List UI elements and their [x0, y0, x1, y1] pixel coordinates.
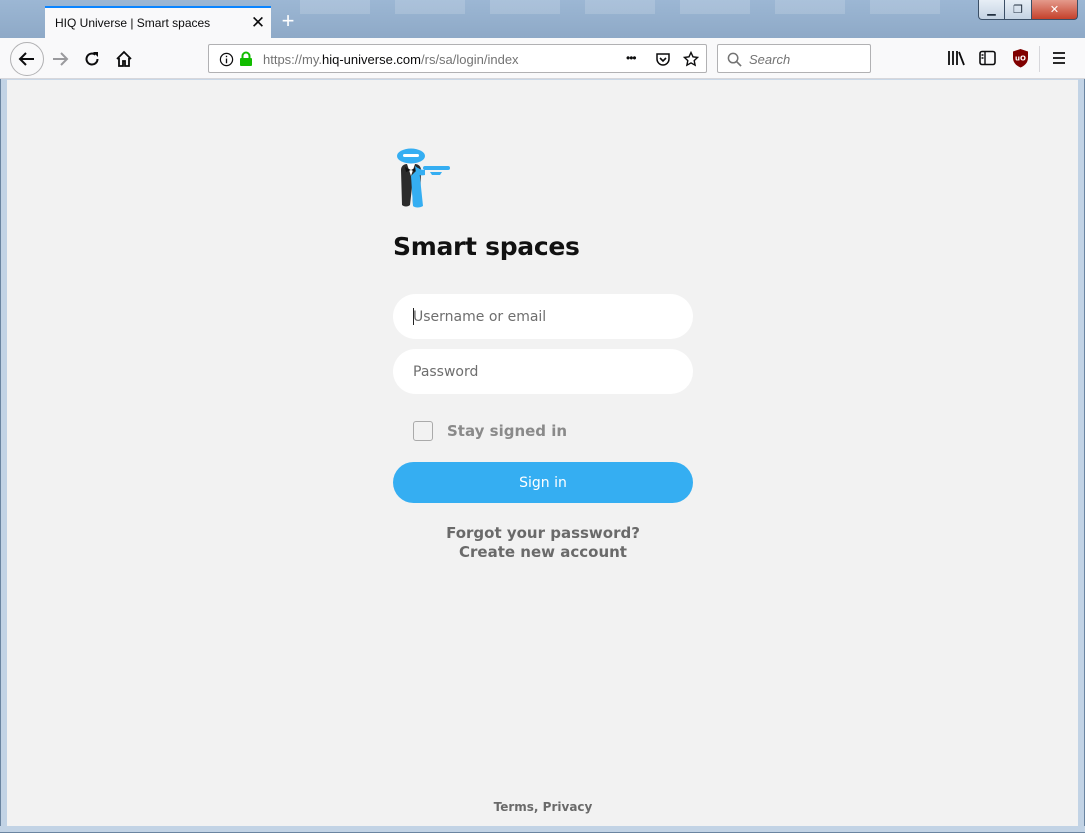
url-text[interactable]: https://my.hiq-universe.com/rs/sa/login/… — [263, 52, 519, 67]
toolbar-separator — [1039, 46, 1040, 72]
password-input[interactable] — [393, 349, 693, 394]
page-title: Smart spaces — [393, 232, 580, 261]
tab-close-icon[interactable]: ✕ — [245, 13, 271, 33]
footer-links[interactable]: Terms, Privacy — [393, 800, 693, 814]
menu-icon[interactable] — [1051, 51, 1067, 65]
butler-logo-icon — [397, 148, 450, 208]
window-frame-bottom — [0, 826, 1085, 833]
navigation-toolbar: https://my.hiq-universe.com/rs/sa/login/… — [0, 38, 1085, 79]
window-frame-right — [1078, 79, 1085, 833]
back-button[interactable] — [10, 42, 44, 76]
search-icon — [727, 52, 742, 67]
minimize-button[interactable]: ▁ — [978, 0, 1005, 20]
forgot-password-link[interactable]: Forgot your password? — [393, 524, 693, 542]
url-host: hiq-universe.com — [322, 52, 421, 67]
sidebar-icon[interactable] — [979, 50, 996, 66]
search-placeholder: Search — [749, 52, 791, 67]
page-content: Smart spaces Stay signed in Sign in Forg… — [7, 80, 1078, 826]
create-account-link[interactable]: Create new account — [393, 543, 693, 561]
url-prefix: https://my. — [263, 52, 322, 67]
text-caret — [413, 308, 414, 325]
pocket-icon[interactable] — [655, 51, 671, 67]
username-input[interactable] — [393, 294, 693, 339]
bookmark-star-icon[interactable] — [683, 51, 699, 67]
svg-text:uO: uO — [1015, 55, 1026, 63]
lock-icon[interactable] — [239, 51, 253, 67]
ublock-origin-icon[interactable]: uO — [1012, 48, 1029, 68]
background-titles — [300, 0, 960, 14]
library-icon[interactable] — [947, 50, 965, 66]
forward-arrow-icon — [53, 52, 69, 66]
home-button[interactable] — [111, 46, 137, 72]
tab-title: HIQ Universe | Smart spaces — [55, 16, 211, 30]
stay-signed-in-checkbox[interactable] — [413, 421, 433, 441]
page-actions-icon[interactable]: ••• — [626, 51, 637, 65]
stay-signed-in-row[interactable]: Stay signed in — [413, 420, 567, 442]
home-icon — [116, 50, 132, 67]
url-path: /rs/sa/login/index — [421, 52, 519, 67]
window-controls: ▁ ❐ ✕ — [978, 0, 1078, 22]
back-arrow-icon — [18, 52, 34, 66]
window-frame-left — [0, 79, 7, 833]
active-tab[interactable]: HIQ Universe | Smart spaces ✕ — [45, 6, 271, 38]
new-tab-button[interactable]: + — [276, 8, 300, 34]
info-icon[interactable] — [219, 52, 234, 67]
url-bar[interactable]: https://my.hiq-universe.com/rs/sa/login/… — [208, 44, 707, 73]
search-bar[interactable]: Search — [717, 44, 871, 73]
sign-in-button[interactable]: Sign in — [393, 462, 693, 503]
reload-icon — [85, 52, 99, 66]
reload-button[interactable] — [79, 46, 105, 72]
stay-signed-in-label[interactable]: Stay signed in — [447, 422, 567, 440]
maximize-button[interactable]: ❐ — [1005, 0, 1032, 20]
window-close-button[interactable]: ✕ — [1032, 0, 1078, 20]
forward-button[interactable] — [47, 46, 73, 72]
